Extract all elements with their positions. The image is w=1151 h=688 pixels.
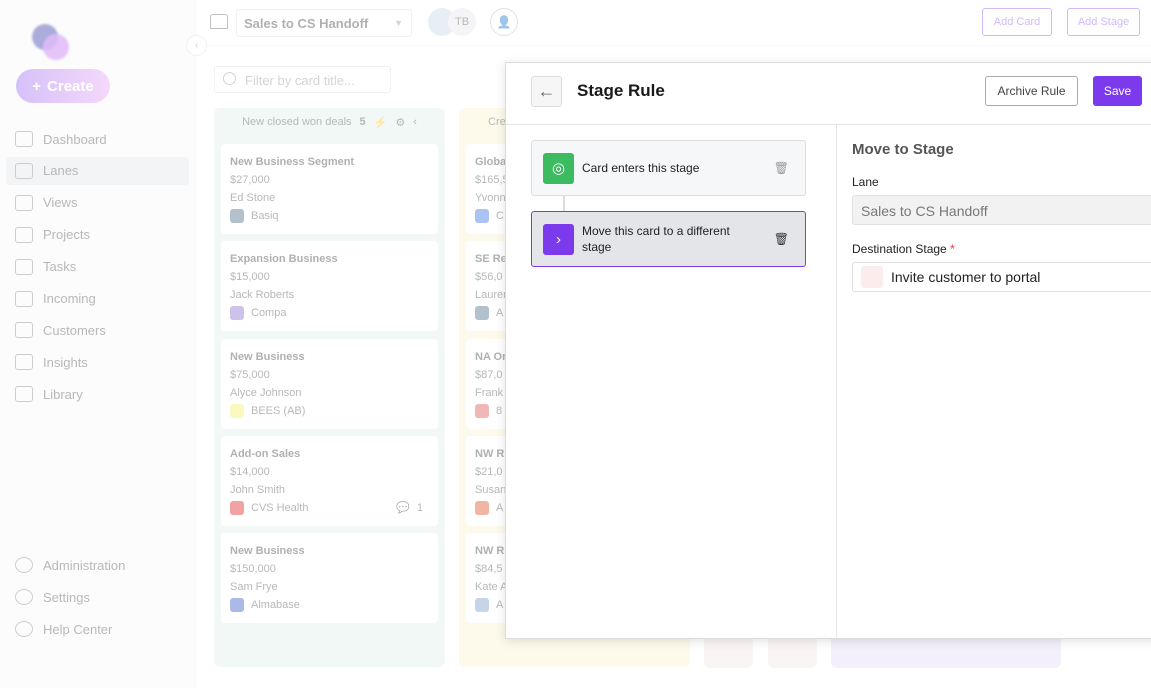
sidebar-item-insights[interactable]: Insights — [6, 348, 189, 376]
sidebar-item-incoming[interactable]: Incoming — [6, 285, 189, 313]
company-logo — [230, 403, 244, 418]
sidebar-item-projects[interactable]: Projects — [6, 221, 189, 249]
lanes-icon — [210, 14, 228, 29]
gear-icon[interactable]: ⚙ — [395, 116, 405, 129]
deal-card[interactable]: New Business $75,000 Alyce Johnson BEES (AB… — [221, 338, 438, 429]
stage-placeholder — [831, 638, 1061, 668]
deal-card[interactable]: New Business $150,000 Sam Frye Almabase — [221, 533, 438, 624]
sidebar-item-library[interactable]: Library — [6, 380, 189, 408]
company-logo — [475, 500, 489, 515]
lane-new-closed-won: New closed won deals 5 ⚡ ⚙ ‹ New Business Se… — [214, 108, 445, 667]
chevron-down-icon: ▼ — [394, 18, 403, 28]
trash-icon[interactable]: 🗑 — [774, 232, 789, 246]
trigger-step[interactable]: ◎ Card enters this stage 🗑 — [531, 140, 806, 196]
stage-color-swatch — [861, 266, 883, 288]
sidebar-item-dashboard[interactable]: Dashboard — [6, 125, 189, 153]
library-icon — [15, 386, 33, 403]
deal-card[interactable]: New Business Segment $27,000 Ed Stone Basiq — [221, 144, 438, 234]
arrow-left-icon: ← — [537, 81, 556, 101]
projects-icon — [15, 226, 33, 243]
modal-title: Stage Rule — [577, 81, 665, 100]
deal-card[interactable]: Add-on Sales $14,000 John Smith CVS Health 💬… — [221, 435, 438, 526]
company-logo — [475, 209, 489, 223]
required-mark: * — [950, 242, 955, 256]
panel-title: Move to Stage — [852, 141, 954, 158]
connector — [563, 196, 565, 211]
lane-field: Sales to CS Handoff — [852, 195, 1151, 225]
stage-placeholder — [704, 638, 753, 668]
back-button[interactable]: ← — [531, 76, 562, 107]
company-logo — [230, 209, 244, 223]
add-member-button[interactable]: 👤 — [490, 8, 518, 36]
lightning-icon[interactable]: ⚡ — [374, 116, 388, 129]
topbar: Sales to CS Handoff ▼ TB 👤 Add Card Add S… — [196, 0, 1151, 46]
administration-icon — [15, 557, 33, 573]
lane-label: Lane — [852, 175, 879, 189]
avatar-initials[interactable]: TB — [448, 8, 476, 36]
search-icon — [223, 72, 236, 85]
sidebar-item-administration[interactable]: Administration — [6, 551, 189, 579]
add-stage-button[interactable]: Add Stage — [1067, 8, 1140, 36]
stage-rule-modal: ← Stage Rule Archive Rule Save ◎ Card en… — [505, 62, 1151, 639]
company-logo — [475, 598, 489, 613]
insights-icon — [15, 354, 33, 371]
chevron-right-icon: › — [543, 223, 574, 255]
views-icon — [15, 194, 33, 211]
save-button[interactable]: Save — [1093, 76, 1142, 106]
archive-rule-button[interactable]: Archive Rule — [985, 76, 1078, 106]
sidebar-item-settings[interactable]: Settings — [6, 583, 189, 611]
dashboard-icon — [15, 131, 33, 147]
step-settings: Move to Stage Lane Sales to CS Handoff D… — [837, 125, 1151, 638]
destination-label: Destination Stage — [852, 242, 947, 256]
action-step[interactable]: › Move this card to a different stage 🗑 — [531, 211, 806, 267]
sidebar-item-tasks[interactable]: Tasks — [6, 253, 189, 281]
collapse-lane-icon[interactable]: ‹ — [413, 116, 417, 128]
help-center-icon — [15, 621, 33, 637]
customers-icon — [15, 322, 33, 339]
stage-placeholder — [768, 638, 817, 668]
logo — [30, 22, 72, 60]
rule-steps: ◎ Card enters this stage 🗑 › Move this c… — [506, 125, 837, 638]
create-button[interactable]: + Create — [16, 69, 110, 103]
filter-input[interactable]: Filter by card title... — [214, 66, 391, 93]
company-logo — [475, 403, 489, 418]
add-card-button[interactable]: Add Card — [982, 8, 1052, 36]
sidebar-item-help-center[interactable]: Help Center — [6, 615, 189, 643]
sidebar-item-customers[interactable]: Customers — [6, 316, 189, 344]
target-icon: ◎ — [543, 152, 574, 184]
company-logo — [475, 306, 489, 321]
collapse-sidebar-button[interactable]: ‹ — [186, 35, 207, 56]
incoming-icon — [15, 290, 33, 307]
sidebar-item-views[interactable]: Views — [6, 189, 189, 217]
sidebar-item-lanes[interactable]: Lanes — [6, 156, 189, 185]
trash-icon[interactable]: 🗑 — [774, 161, 789, 175]
company-logo — [230, 500, 244, 515]
settings-icon — [15, 589, 33, 605]
lane-select[interactable]: Sales to CS Handoff ▼ — [236, 9, 412, 37]
deal-card[interactable]: Expansion Business $15,000 Jack Roberts Com… — [221, 241, 438, 332]
lanes-icon — [15, 162, 33, 179]
plus-icon: + — [32, 77, 42, 95]
company-logo — [230, 598, 244, 613]
tasks-icon — [15, 258, 33, 275]
comment-icon[interactable]: 💬 — [396, 499, 410, 517]
company-logo — [230, 306, 244, 321]
destination-stage-select[interactable]: Invite customer to portal — [852, 262, 1151, 292]
